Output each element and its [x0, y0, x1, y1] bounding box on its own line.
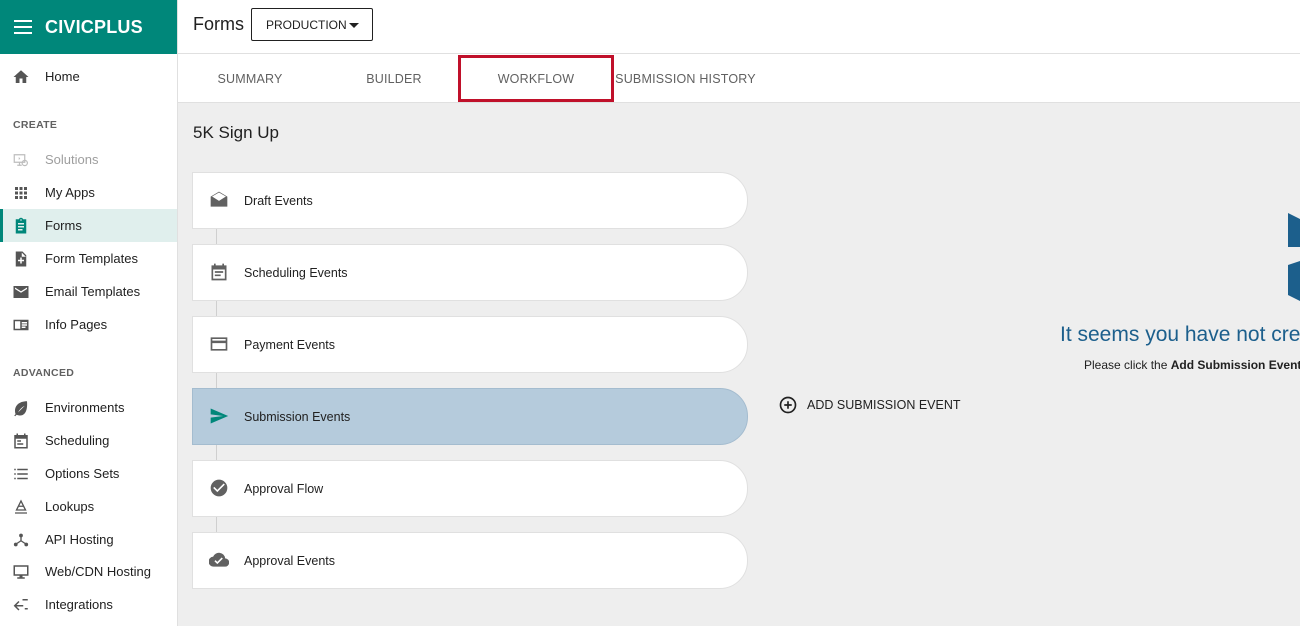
sidebar-item-scheduling[interactable]: Scheduling — [0, 424, 177, 457]
apps-grid-icon — [15, 187, 27, 199]
add-submission-event-button[interactable]: ADD SUBMISSION EVENT — [778, 395, 961, 415]
event-card-label: Submission Events — [244, 409, 351, 424]
sidebar-item-forms[interactable]: Forms — [0, 209, 177, 242]
add-circle-icon — [779, 396, 797, 414]
check-circle-icon — [210, 479, 228, 497]
sidebar-item-api-hosting[interactable]: API Hosting — [0, 523, 177, 556]
sidebar-item-label: Info Pages — [45, 317, 108, 332]
sidebar-item-solutions[interactable]: Solutions — [0, 143, 177, 176]
page-title: Forms — [193, 14, 244, 34]
tab-workflow[interactable]: WORKFLOW — [458, 55, 614, 102]
sidebar-item-form-templates[interactable]: Form Templates — [0, 242, 177, 275]
sidebar-item-email-templates[interactable]: Email Templates — [0, 275, 177, 308]
lookup-icon — [15, 499, 27, 514]
solutions-icon — [13, 154, 28, 167]
send-icon — [210, 408, 229, 424]
sidebar-item-label: Integrations — [45, 597, 113, 612]
tab-builder[interactable]: BUILDER — [322, 55, 466, 102]
form-name-heading: 5K Sign Up — [193, 123, 279, 142]
clipboard-icon — [15, 217, 27, 234]
sidebar-item-integrations[interactable]: Integrations — [0, 588, 177, 621]
sidebar-item-my-apps[interactable]: My Apps — [0, 176, 177, 209]
tab-summary[interactable]: SUMMARY — [178, 55, 322, 102]
mail-icon — [13, 286, 29, 298]
file-add-icon — [15, 251, 27, 267]
sidebar-item-label: Web/CDN Hosting — [45, 564, 151, 579]
event-card-submission[interactable]: Submission Events — [192, 388, 748, 445]
sidebar-item-label: Forms — [45, 218, 82, 233]
sidebar-item-label: Options Sets — [45, 466, 120, 481]
top-header: Forms PRODUCTION — [178, 0, 1300, 54]
sidebar: CIVICPLUS Home CREATE Solutions My Apps … — [0, 0, 178, 626]
sidebar-item-label: Solutions — [45, 152, 99, 167]
caret-down-icon — [349, 23, 359, 28]
environment-select[interactable]: PRODUCTION — [251, 8, 373, 41]
event-card-label: Draft Events — [244, 193, 313, 208]
sidebar-item-label: Lookups — [45, 499, 95, 514]
event-card-label: Approval Events — [244, 553, 336, 568]
sidebar-item-environments[interactable]: Environments — [0, 391, 177, 424]
calendar-icon — [14, 433, 28, 449]
sidebar-item-label: Environments — [45, 400, 125, 415]
empty-state-bold: Add Submission Event — [1170, 358, 1300, 372]
home-icon — [13, 70, 29, 83]
leaf-icon — [14, 401, 28, 417]
sidebar-item-label: My Apps — [45, 185, 95, 200]
workflow-main: 5K Sign Up Draft Events Scheduling Event… — [178, 103, 1300, 626]
event-card-approval-events[interactable]: Approval Events — [192, 532, 748, 589]
event-card-scheduling[interactable]: Scheduling Events — [192, 244, 748, 301]
section-heading-create: CREATE — [13, 119, 58, 131]
credit-card-icon — [210, 337, 228, 351]
sidebar-item-label: Email Templates — [45, 284, 141, 299]
sidebar-item-options-sets[interactable]: Options Sets — [0, 457, 177, 490]
tab-bar: SUMMARY BUILDER WORKFLOW SUBMISSION HIST… — [178, 55, 1300, 103]
empty-state-subtitle: Please click the Add Submission Event — [1084, 358, 1300, 372]
calendar-icon — [211, 263, 227, 281]
tab-submission-history[interactable]: SUBMISSION HISTORY — [614, 55, 757, 102]
draft-mail-icon — [210, 191, 228, 207]
event-card-payment[interactable]: Payment Events — [192, 316, 748, 373]
info-page-icon — [13, 319, 29, 331]
monitor-icon — [13, 565, 29, 579]
empty-state-prefix: Please click the — [1084, 358, 1171, 372]
add-submission-event-label: ADD SUBMISSION EVENT — [807, 398, 961, 412]
empty-state-title: It seems you have not cre — [1060, 323, 1300, 346]
sidebar-item-label: Scheduling — [45, 433, 110, 448]
hamburger-menu-icon[interactable] — [14, 20, 32, 34]
event-card-approval-flow[interactable]: Approval Flow — [192, 460, 748, 517]
empty-state-illustration — [1288, 213, 1300, 301]
sidebar-item-label: Form Templates — [45, 251, 138, 266]
sidebar-item-info-pages[interactable]: Info Pages — [0, 308, 177, 341]
brand-name[interactable]: CIVICPLUS — [45, 17, 143, 38]
sidebar-item-web-cdn-hosting[interactable]: Web/CDN Hosting — [0, 555, 177, 588]
section-heading-advanced: ADVANCED — [13, 367, 75, 379]
brand-bar: CIVICPLUS — [0, 0, 177, 54]
event-card-draft[interactable]: Draft Events — [192, 172, 748, 229]
integrations-icon — [13, 599, 28, 611]
sidebar-item-label: Home — [45, 69, 80, 84]
event-card-label: Approval Flow — [244, 481, 324, 496]
sidebar-item-home[interactable]: Home — [0, 60, 177, 93]
sidebar-item-label: API Hosting — [45, 532, 114, 547]
event-card-label: Scheduling Events — [244, 265, 348, 280]
list-icon — [14, 468, 28, 480]
cloud-check-icon — [209, 552, 229, 567]
api-icon — [13, 533, 29, 547]
environment-select-value: PRODUCTION — [266, 17, 347, 32]
sidebar-item-lookups[interactable]: Lookups — [0, 490, 177, 523]
event-card-label: Payment Events — [244, 337, 336, 352]
